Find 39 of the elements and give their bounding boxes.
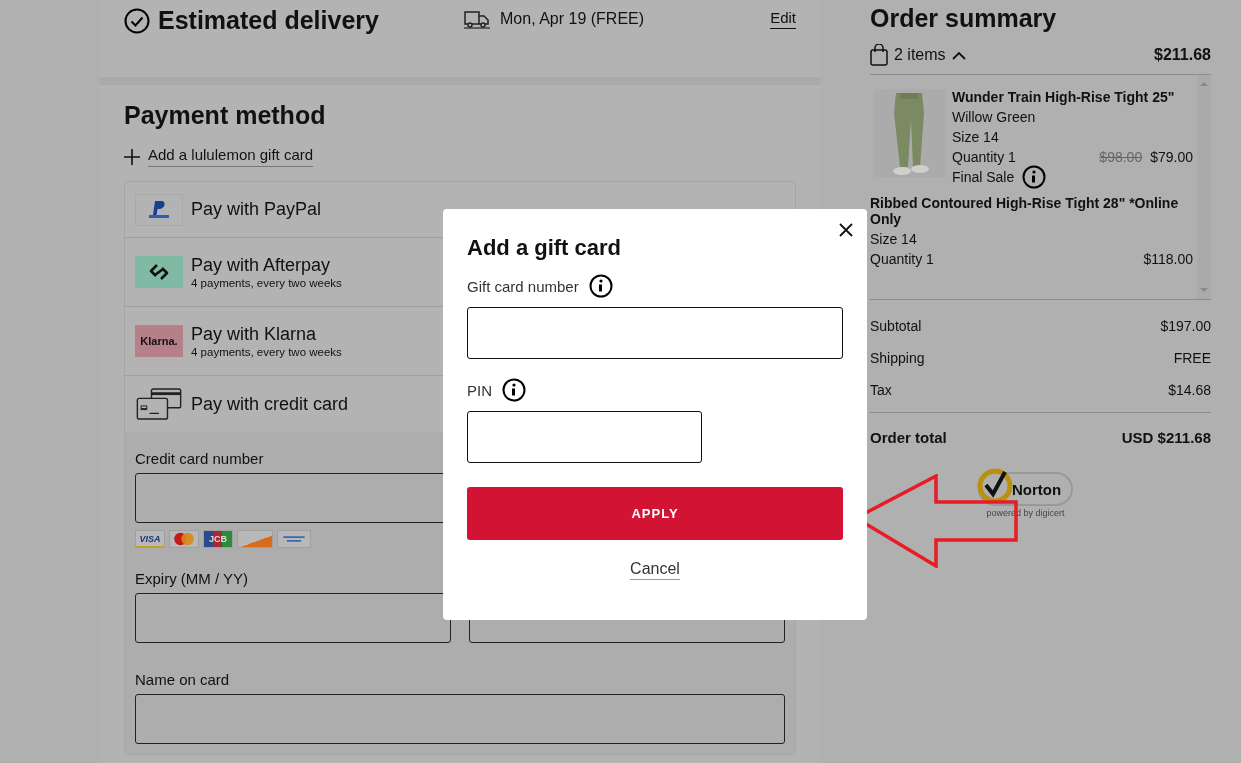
option-label: Pay with Klarna — [191, 324, 318, 345]
section-title: Payment method — [124, 101, 327, 130]
option-note: 4 payments, every two weeks — [191, 346, 342, 358]
total-value: $197.00 — [1160, 318, 1211, 334]
option-label: Pay with Afterpay — [191, 255, 332, 276]
product-size: Size 14 — [870, 231, 918, 247]
product-color: Willow Green — [952, 109, 1037, 125]
section-title: Estimated delivery — [158, 6, 379, 35]
product-name: Wunder Train High-Rise Tight 25" — [952, 89, 1176, 105]
items-total: $211.68 — [1154, 46, 1211, 64]
field-label: Credit card number — [135, 450, 265, 467]
field-label: PIN — [467, 381, 492, 399]
option-label: Pay with credit card — [191, 393, 349, 415]
total-label: Tax — [870, 382, 892, 398]
product-price: $79.00 — [1150, 149, 1193, 165]
total-value: FREE — [1173, 350, 1211, 366]
order-total-value: USD $211.68 — [1121, 429, 1211, 446]
field-label: Expiry (MM / YY) — [135, 570, 250, 587]
product-size: Size 14 — [952, 129, 1000, 145]
product-price: $118.00 — [1143, 251, 1193, 267]
total-label: Shipping — [870, 350, 925, 366]
product-quantity: Quantity 1 — [952, 149, 1016, 165]
jcb-logo: JCB — [203, 530, 233, 548]
summary-title: Order summary — [870, 4, 1058, 33]
product-name: Ribbed Contoured High-Rise Tight 28" *Online Only — [870, 195, 1180, 227]
order-total-label: Order total — [870, 429, 947, 446]
klarna-logo: Klarna. — [135, 325, 183, 357]
dialog-title: Add a gift card — [467, 235, 622, 261]
original-price: $98.00 — [1099, 149, 1143, 165]
final-sale-label: Final Sale — [952, 169, 1015, 185]
total-label: Subtotal — [870, 318, 922, 334]
visa-logo: VISA — [135, 530, 165, 548]
total-value: $14.68 — [1168, 382, 1211, 398]
field-label: Name on card — [135, 671, 231, 688]
field-label: Gift card number — [467, 277, 579, 295]
delivery-date: Mon, Apr 19 (FREE) — [500, 10, 645, 28]
product-quantity: Quantity 1 — [870, 251, 934, 267]
option-label: Pay with PayPal — [191, 199, 322, 220]
option-note: 4 payments, every two weeks — [191, 277, 342, 289]
